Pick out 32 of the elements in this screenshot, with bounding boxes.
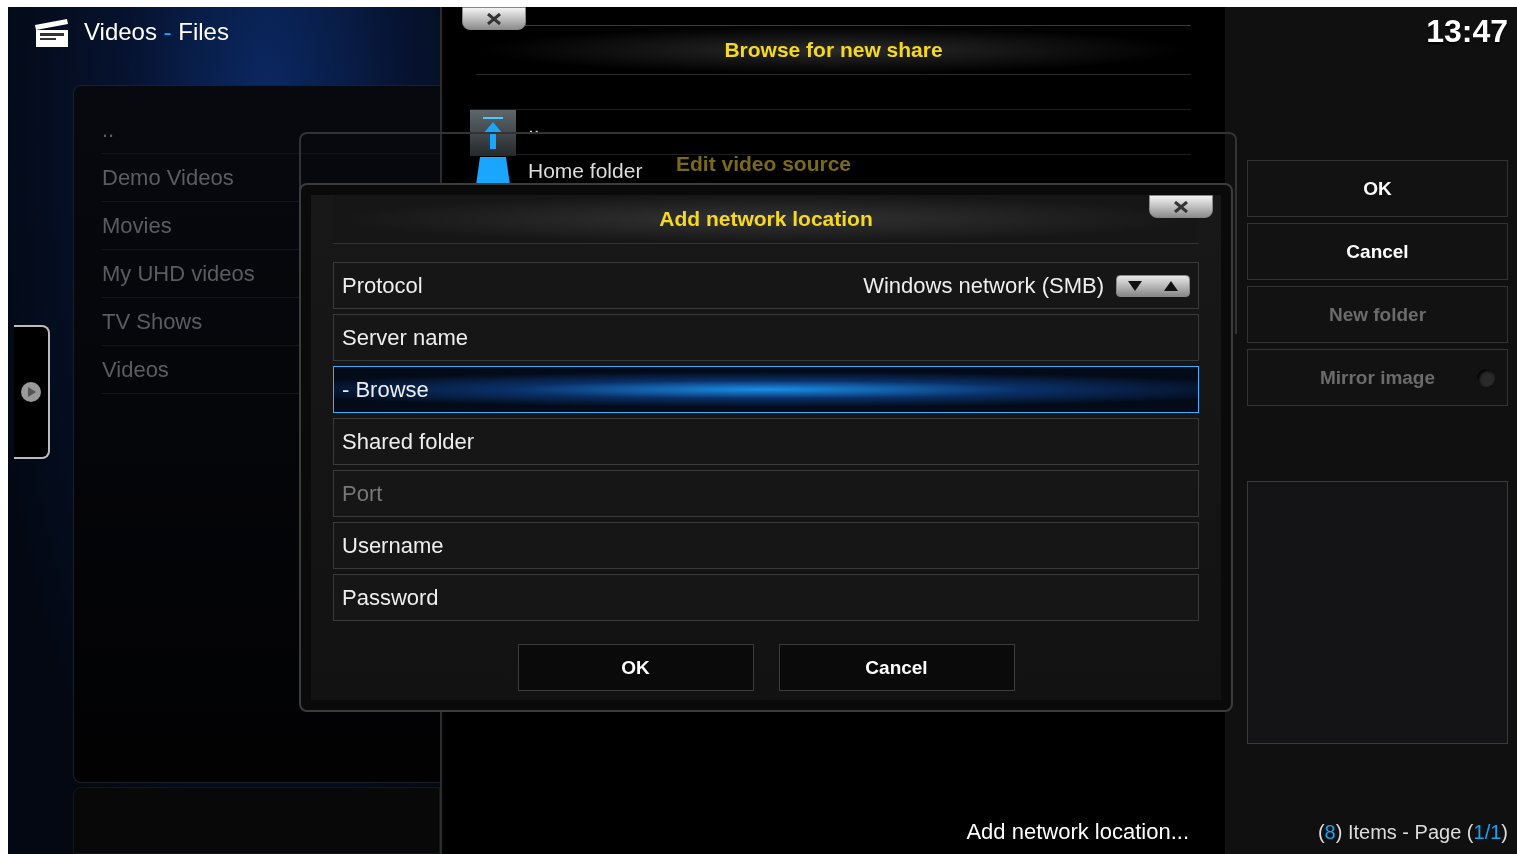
selected-item-label: Add network location...: [966, 819, 1189, 845]
arrow-circle-icon: [20, 381, 42, 403]
dialog-title: Add network location: [659, 207, 873, 231]
close-icon: [1173, 200, 1189, 213]
window-title: Videos - Files: [84, 18, 229, 46]
setting-label: Password: [342, 584, 440, 611]
page-count: (8) Items - Page (1/1): [1317, 820, 1508, 844]
close-button[interactable]: [462, 7, 526, 30]
close-button[interactable]: [1149, 195, 1213, 218]
setting-row[interactable]: Protocol Windows network (SMB): [333, 262, 1199, 309]
setting-row[interactable]: Password: [333, 574, 1199, 621]
setting-label: Protocol: [342, 272, 424, 299]
dialog-button[interactable]: Cancel: [1247, 223, 1508, 280]
setting-row[interactable]: Server name: [333, 314, 1199, 361]
dialog-button[interactable]: Cancel: [778, 644, 1015, 691]
clock: 13:47: [1426, 13, 1508, 50]
clapperboard-icon: [32, 16, 70, 48]
setting-label: Username: [342, 532, 445, 559]
down-triangle-icon: [1128, 280, 1142, 291]
setting-row[interactable]: - Browse: [333, 366, 1199, 413]
setting-row[interactable]: Shared folder: [333, 418, 1199, 465]
setting-label: Port: [342, 480, 384, 507]
dialog-button[interactable]: OK: [517, 644, 754, 691]
close-icon: [486, 12, 502, 25]
setting-row[interactable]: Username: [333, 522, 1199, 569]
setting-label: Shared folder: [342, 428, 476, 455]
side-menu-tab[interactable]: [14, 325, 50, 459]
dialog-button[interactable]: OK: [1247, 160, 1508, 217]
setting-value: Windows network (SMB): [863, 272, 1104, 299]
dialog-title: Browse for new share: [724, 38, 943, 62]
up-triangle-icon: [1164, 280, 1178, 291]
dialog-title: Edit video source: [676, 152, 852, 175]
